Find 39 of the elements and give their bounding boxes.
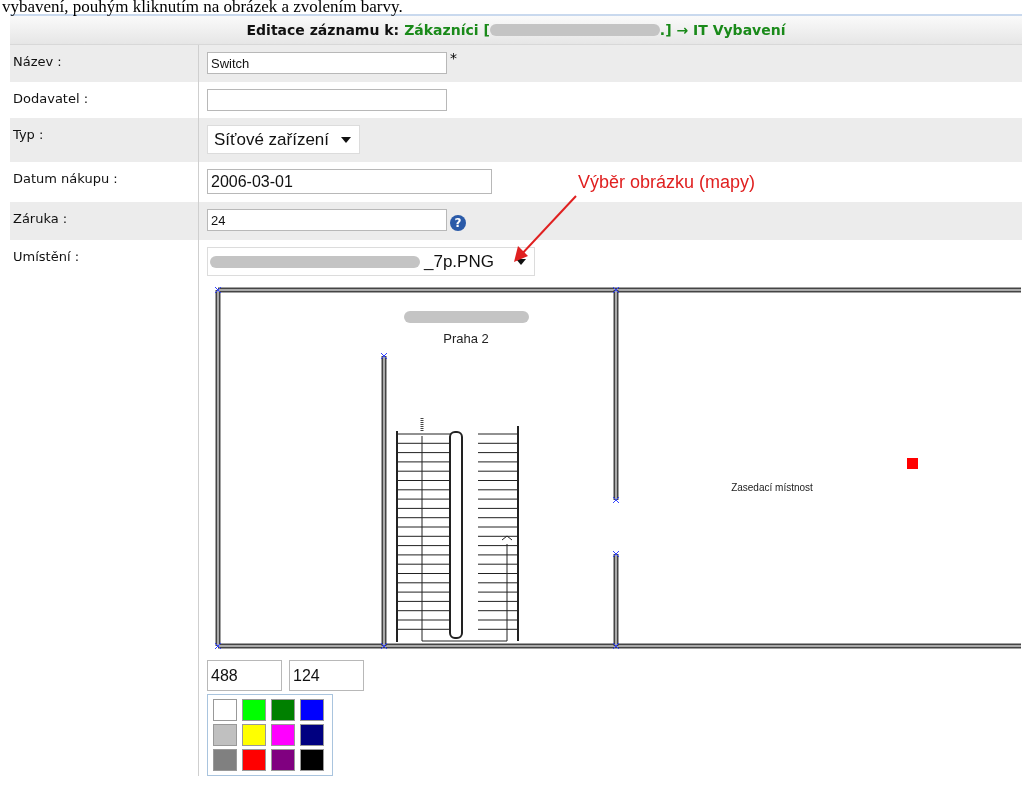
record-path: Zákazníci [ xyxy=(404,22,490,38)
color-swatch[interactable] xyxy=(300,724,324,746)
record-path-end: .] → IT Vybavení xyxy=(659,22,786,38)
help-icon[interactable]: ? xyxy=(450,215,466,231)
text-field[interactable]: 24 xyxy=(207,209,447,231)
floor-plan-drawing[interactable] xyxy=(214,286,1021,651)
document-text: vybavení, pouhým kliknutím na obrázek a zvolením barvy. xyxy=(1,0,404,14)
field-label: Dodavatel : xyxy=(13,91,89,106)
color-swatch[interactable] xyxy=(300,749,324,771)
text-field[interactable] xyxy=(207,89,447,111)
position-marker xyxy=(907,458,918,469)
color-swatch[interactable] xyxy=(242,749,266,771)
header-title: Editace záznamu k: xyxy=(246,22,400,38)
y-coordinate-field[interactable]: 124 xyxy=(289,660,364,691)
color-swatch[interactable] xyxy=(242,724,266,746)
date-field[interactable]: 2006-03-01 xyxy=(207,169,492,194)
color-swatch[interactable] xyxy=(213,749,237,771)
color-swatch[interactable] xyxy=(271,724,295,746)
annotation-text: Výběr obrázku (mapy) xyxy=(578,172,756,193)
field-label: Typ : xyxy=(13,127,44,142)
color-swatch[interactable] xyxy=(271,749,295,771)
annotation-arrow xyxy=(512,194,578,264)
color-swatch[interactable] xyxy=(271,699,295,721)
field-label: Záruka : xyxy=(13,211,68,226)
map-label: Praha 2 xyxy=(443,331,489,346)
text-field[interactable]: Switch xyxy=(207,52,447,74)
color-swatch[interactable] xyxy=(300,699,324,721)
type-dropdown[interactable]: Síťové zařízení xyxy=(207,125,361,154)
required-asterisk: * xyxy=(450,52,457,64)
caret-icon xyxy=(341,136,352,143)
color-swatch[interactable] xyxy=(213,699,237,721)
color-swatch[interactable] xyxy=(242,699,266,721)
image-dropdown[interactable]: _7p.PNG xyxy=(207,247,535,276)
color-swatch[interactable] xyxy=(213,724,237,746)
field-label: Datum nákupu : xyxy=(13,171,118,186)
room-label: Zasedací místnost xyxy=(731,482,813,493)
field-label: Umístění : xyxy=(13,249,80,264)
field-label: Název : xyxy=(13,54,62,69)
x-coordinate-field[interactable]: 488 xyxy=(207,660,282,691)
